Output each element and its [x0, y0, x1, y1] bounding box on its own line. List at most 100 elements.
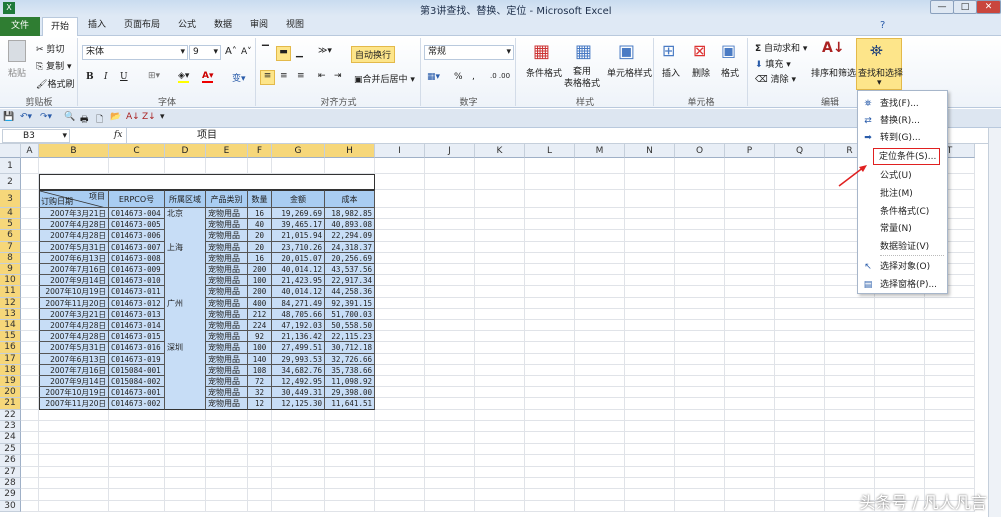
cell[interactable]: [525, 500, 575, 513]
cell[interactable]: [625, 387, 675, 399]
cell[interactable]: [425, 432, 475, 444]
cell[interactable]: [475, 190, 525, 208]
cell[interactable]: [475, 500, 525, 513]
cell[interactable]: [575, 331, 625, 343]
cell[interactable]: [675, 297, 725, 309]
spreadsheet-grid[interactable]: ABCDEFGHIJKLMNOPQRST12345678910111213141…: [0, 144, 988, 517]
cell[interactable]: [575, 264, 625, 276]
cell[interactable]: [425, 219, 475, 231]
row-header[interactable]: 26: [0, 455, 21, 467]
table-cell[interactable]: 2007年6月13日: [39, 252, 109, 264]
table-cell[interactable]: C014673-015: [109, 331, 165, 343]
table-cell[interactable]: 宠物用品: [206, 264, 248, 276]
cell[interactable]: [625, 432, 675, 444]
cell[interactable]: [525, 264, 575, 276]
cell[interactable]: [525, 387, 575, 399]
row-header[interactable]: 20: [0, 387, 21, 399]
cell[interactable]: [625, 252, 675, 264]
cell[interactable]: [575, 286, 625, 298]
find-select-button[interactable]: ⛯ 查找和选择 ▾: [856, 38, 903, 90]
cell[interactable]: [725, 432, 775, 444]
cell[interactable]: [725, 478, 775, 490]
cell[interactable]: [425, 230, 475, 242]
cell[interactable]: [272, 421, 325, 433]
cell[interactable]: [425, 320, 475, 332]
table-cell[interactable]: [165, 252, 206, 264]
align-right-icon[interactable]: ≡: [297, 71, 305, 81]
save-icon[interactable]: 💾: [3, 112, 14, 122]
column-title-cell[interactable]: 金额: [272, 190, 325, 208]
fill-button[interactable]: ⬇ 填充 ▾: [755, 57, 791, 70]
cell[interactable]: [475, 489, 525, 501]
cell[interactable]: [165, 489, 206, 501]
cell[interactable]: [325, 489, 375, 501]
cell[interactable]: [925, 409, 975, 421]
cell[interactable]: [272, 443, 325, 456]
table-cell[interactable]: C014673-004: [109, 208, 165, 220]
cell[interactable]: [625, 190, 675, 208]
cell[interactable]: [625, 264, 675, 276]
table-cell[interactable]: [165, 219, 206, 231]
cell[interactable]: [109, 466, 165, 478]
table-cell[interactable]: 20: [248, 241, 272, 253]
cell[interactable]: [875, 308, 925, 320]
table-cell[interactable]: 22,115.23: [325, 331, 375, 343]
column-header[interactable]: A: [21, 144, 39, 158]
cell[interactable]: [375, 297, 425, 309]
cell[interactable]: [625, 398, 675, 410]
cell[interactable]: [525, 241, 575, 253]
row-header[interactable]: 28: [0, 478, 21, 490]
table-cell[interactable]: 108: [248, 364, 272, 376]
cell[interactable]: [375, 489, 425, 501]
table-cell[interactable]: 50,558.50: [325, 320, 375, 332]
table-cell[interactable]: [165, 387, 206, 399]
cell[interactable]: [625, 320, 675, 332]
cell[interactable]: [775, 409, 825, 421]
cell[interactable]: [21, 190, 39, 208]
cell[interactable]: [206, 466, 248, 478]
cell[interactable]: [425, 364, 475, 376]
cell[interactable]: [775, 421, 825, 433]
row-header[interactable]: 18: [0, 364, 21, 376]
table-cell[interactable]: 2007年4月28日: [39, 230, 109, 242]
cell[interactable]: [575, 275, 625, 287]
cell[interactable]: [675, 478, 725, 490]
cell[interactable]: [425, 387, 475, 399]
cell[interactable]: [325, 500, 375, 513]
cell[interactable]: [525, 432, 575, 444]
cell[interactable]: [425, 264, 475, 276]
cell[interactable]: [625, 208, 675, 220]
select-all-corner[interactable]: [0, 144, 21, 158]
cell[interactable]: [825, 421, 875, 433]
cell[interactable]: [925, 308, 975, 320]
cell[interactable]: [725, 252, 775, 264]
tab-view[interactable]: 视图: [280, 17, 310, 34]
table-cell[interactable]: C014673-006: [109, 230, 165, 242]
cell[interactable]: [575, 500, 625, 513]
table-cell[interactable]: 51,700.03: [325, 308, 375, 320]
cell[interactable]: [109, 500, 165, 513]
cell[interactable]: [575, 241, 625, 253]
cell[interactable]: [109, 443, 165, 456]
cell[interactable]: [375, 308, 425, 320]
cell[interactable]: [425, 409, 475, 421]
cell[interactable]: [625, 478, 675, 490]
cell[interactable]: [675, 219, 725, 231]
cell[interactable]: [775, 387, 825, 399]
align-center-icon[interactable]: ≡: [280, 71, 288, 81]
cell[interactable]: [625, 331, 675, 343]
vertical-scrollbar[interactable]: [988, 128, 1001, 517]
cell[interactable]: [575, 409, 625, 421]
table-cell[interactable]: [165, 308, 206, 320]
cell[interactable]: [825, 387, 875, 399]
cell[interactable]: [825, 342, 875, 354]
italic-button[interactable]: I: [104, 72, 108, 82]
new-icon[interactable]: 🗋: [96, 112, 103, 128]
cell[interactable]: [525, 286, 575, 298]
cell[interactable]: [725, 421, 775, 433]
cell[interactable]: [875, 443, 925, 456]
cell[interactable]: [21, 398, 39, 410]
row-header[interactable]: 17: [0, 353, 21, 365]
cell[interactable]: [575, 297, 625, 309]
table-cell[interactable]: C015084-002: [109, 376, 165, 388]
